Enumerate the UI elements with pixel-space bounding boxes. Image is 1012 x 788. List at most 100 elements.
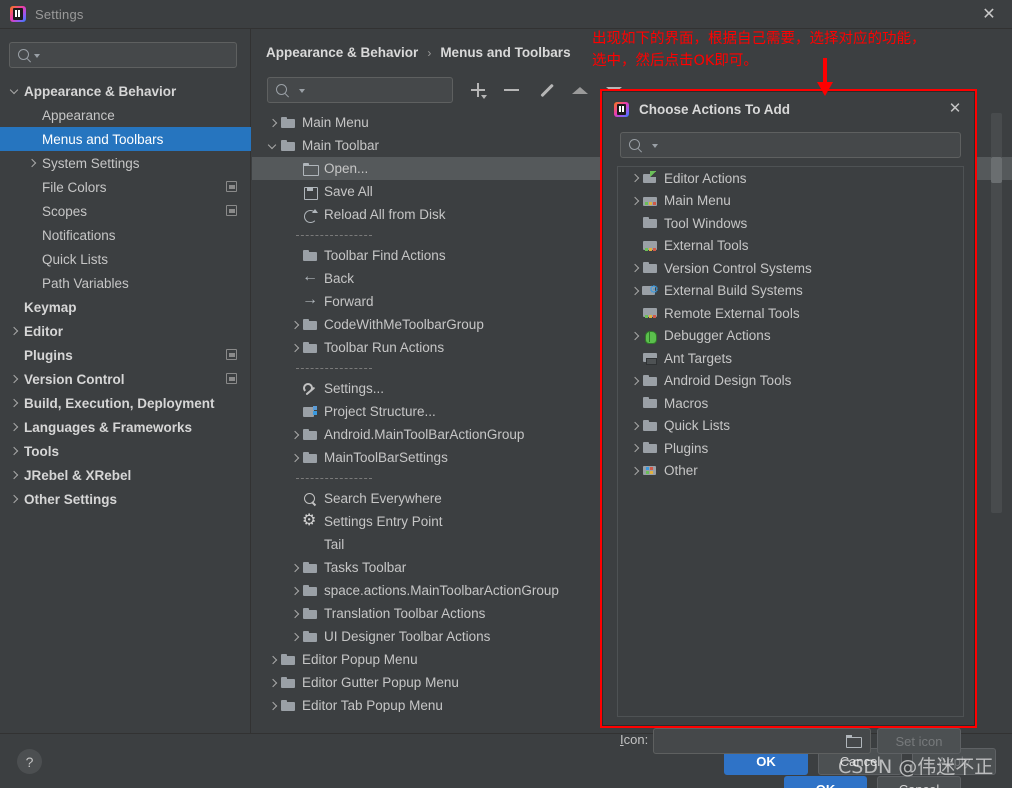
spacer-icon [288,162,302,176]
chevron-right-icon[interactable] [628,419,642,433]
dialog-tree-row[interactable]: Editor Actions [618,167,963,190]
spacer-icon [628,216,642,230]
tree-row-label: Editor Popup Menu [302,652,418,667]
dialog-tree-row[interactable]: Version Control Systems [618,257,963,280]
sidebar-item-notifications[interactable]: Notifications [0,223,251,247]
window-titlebar: Settings ✕ [0,0,1012,29]
chevron-right-icon[interactable] [628,261,642,275]
spacer-icon [288,382,302,396]
sidebar-search-input[interactable] [9,42,237,68]
chevron-right-icon[interactable] [628,171,642,185]
dialog-tree-row[interactable]: Quick Lists [618,415,963,438]
sidebar-item-languages-frameworks[interactable]: Languages & Frameworks [0,415,251,439]
chevron-right-icon[interactable] [8,397,21,410]
arrow-left-icon [302,268,319,287]
chevron-right-icon[interactable] [628,374,642,388]
folder-browse-icon[interactable] [846,734,862,748]
folder-icon [642,395,659,411]
sidebar-item-label: Menus and Toolbars [42,131,164,147]
chevron-right-icon[interactable] [8,421,21,434]
dialog-tree-row[interactable]: Macros [618,392,963,415]
remove-button[interactable] [499,77,525,103]
dialog-tree-row[interactable]: Main Menu [618,190,963,213]
tree-row-label: Settings Entry Point [324,514,443,529]
toolbar-tree-search-input[interactable] [267,77,453,103]
dialog-tree-row[interactable]: Android Design Tools [618,370,963,393]
chevron-right-icon[interactable] [266,116,280,130]
dialog-tree-row[interactable]: Tool Windows [618,212,963,235]
chevron-right-icon[interactable] [288,428,302,442]
dialog-tree-row[interactable]: Plugins [618,437,963,460]
chevron-right-icon[interactable] [288,630,302,644]
sidebar-item-label: Tools [24,443,59,459]
icon-path-input[interactable] [653,728,871,754]
sidebar-item-editor[interactable]: Editor [0,319,251,343]
spacer-icon [26,109,39,122]
sidebar-item-build-execution-deployment[interactable]: Build, Execution, Deployment [0,391,251,415]
chevron-right-icon[interactable] [628,329,642,343]
breadcrumb-parent[interactable]: Appearance & Behavior [266,45,418,60]
sidebar-item-system-settings[interactable]: System Settings [0,151,251,175]
project-scope-icon [226,349,237,360]
folder-icon [642,215,659,231]
sidebar-item-path-variables[interactable]: Path Variables [0,271,251,295]
sidebar-item-menus-and-toolbars[interactable]: Menus and Toolbars [0,127,251,151]
dialog-close-icon[interactable]: ✕ [947,101,963,117]
tree-scrollbar-thumb[interactable] [991,157,1002,183]
chevron-right-icon[interactable] [8,445,21,458]
spacer-icon [288,249,302,263]
dialog-search-input[interactable] [620,132,961,158]
chevron-right-icon[interactable] [288,584,302,598]
chevron-right-icon[interactable] [628,464,642,478]
sidebar-item-quick-lists[interactable]: Quick Lists [0,247,251,271]
sidebar-item-tools[interactable]: Tools [0,439,251,463]
dialog-tree-row[interactable]: External Build Systems [618,280,963,303]
sidebar-item-scopes[interactable]: Scopes [0,199,251,223]
dialog-tree-row[interactable]: Ant Targets [618,347,963,370]
chevron-right-icon[interactable] [628,284,642,298]
chevron-right-icon[interactable] [266,653,280,667]
chevron-right-icon[interactable] [288,607,302,621]
sidebar-item-appearance[interactable]: Appearance [0,103,251,127]
chevron-right-icon[interactable] [8,469,21,482]
sidebar-item-appearance-behavior[interactable]: Appearance & Behavior [0,79,251,103]
sidebar-item-label: Keymap [24,299,77,315]
sidebar-item-version-control[interactable]: Version Control [0,367,251,391]
chevron-right-icon[interactable] [628,194,642,208]
chevron-right-icon[interactable] [8,493,21,506]
dialog-tree-row[interactable]: Remote External Tools [618,302,963,325]
chevron-right-icon[interactable] [628,441,642,455]
sidebar-item-other-settings[interactable]: Other Settings [0,487,251,511]
chevron-right-icon[interactable] [26,157,39,170]
chevron-right-icon[interactable] [266,699,280,713]
edit-button[interactable] [533,77,559,103]
sidebar-item-jrebel-xrebel[interactable]: JRebel & XRebel [0,463,251,487]
dialog-tree-row[interactable]: External Tools [618,235,963,258]
sidebar-item-file-colors[interactable]: File Colors [0,175,251,199]
tree-row-label: Settings... [324,381,385,396]
chevron-right-icon[interactable] [8,373,21,386]
dialog-tree-row[interactable]: Other [618,460,963,483]
chevron-right-icon[interactable] [288,561,302,575]
chevron-right-icon[interactable] [266,676,280,690]
spacer-icon [288,492,302,506]
move-up-button[interactable] [567,77,593,103]
chevron-right-icon[interactable] [288,451,302,465]
folder-icon [302,450,319,466]
dialog-action-tree: Editor Actions Main Menu Tool Windows Exter… [617,166,964,717]
set-icon-button[interactable]: Set icon [877,728,961,754]
chevron-right-icon[interactable] [8,325,21,338]
chevron-down-icon[interactable] [8,85,21,98]
tree-row-label: Project Structure... [324,404,436,419]
help-icon[interactable]: ? [17,749,42,774]
sidebar-item-keymap[interactable]: Keymap [0,295,251,319]
chevron-right-icon[interactable] [288,318,302,332]
folder-icon [642,373,659,389]
chevron-right-icon[interactable] [288,341,302,355]
dialog-tree-row[interactable]: Debugger Actions [618,325,963,348]
add-button[interactable] [465,77,491,103]
tree-scrollbar[interactable] [991,113,1002,513]
sidebar-item-plugins[interactable]: Plugins [0,343,251,367]
close-icon[interactable]: ✕ [966,0,1012,29]
chevron-down-icon[interactable] [266,139,280,153]
